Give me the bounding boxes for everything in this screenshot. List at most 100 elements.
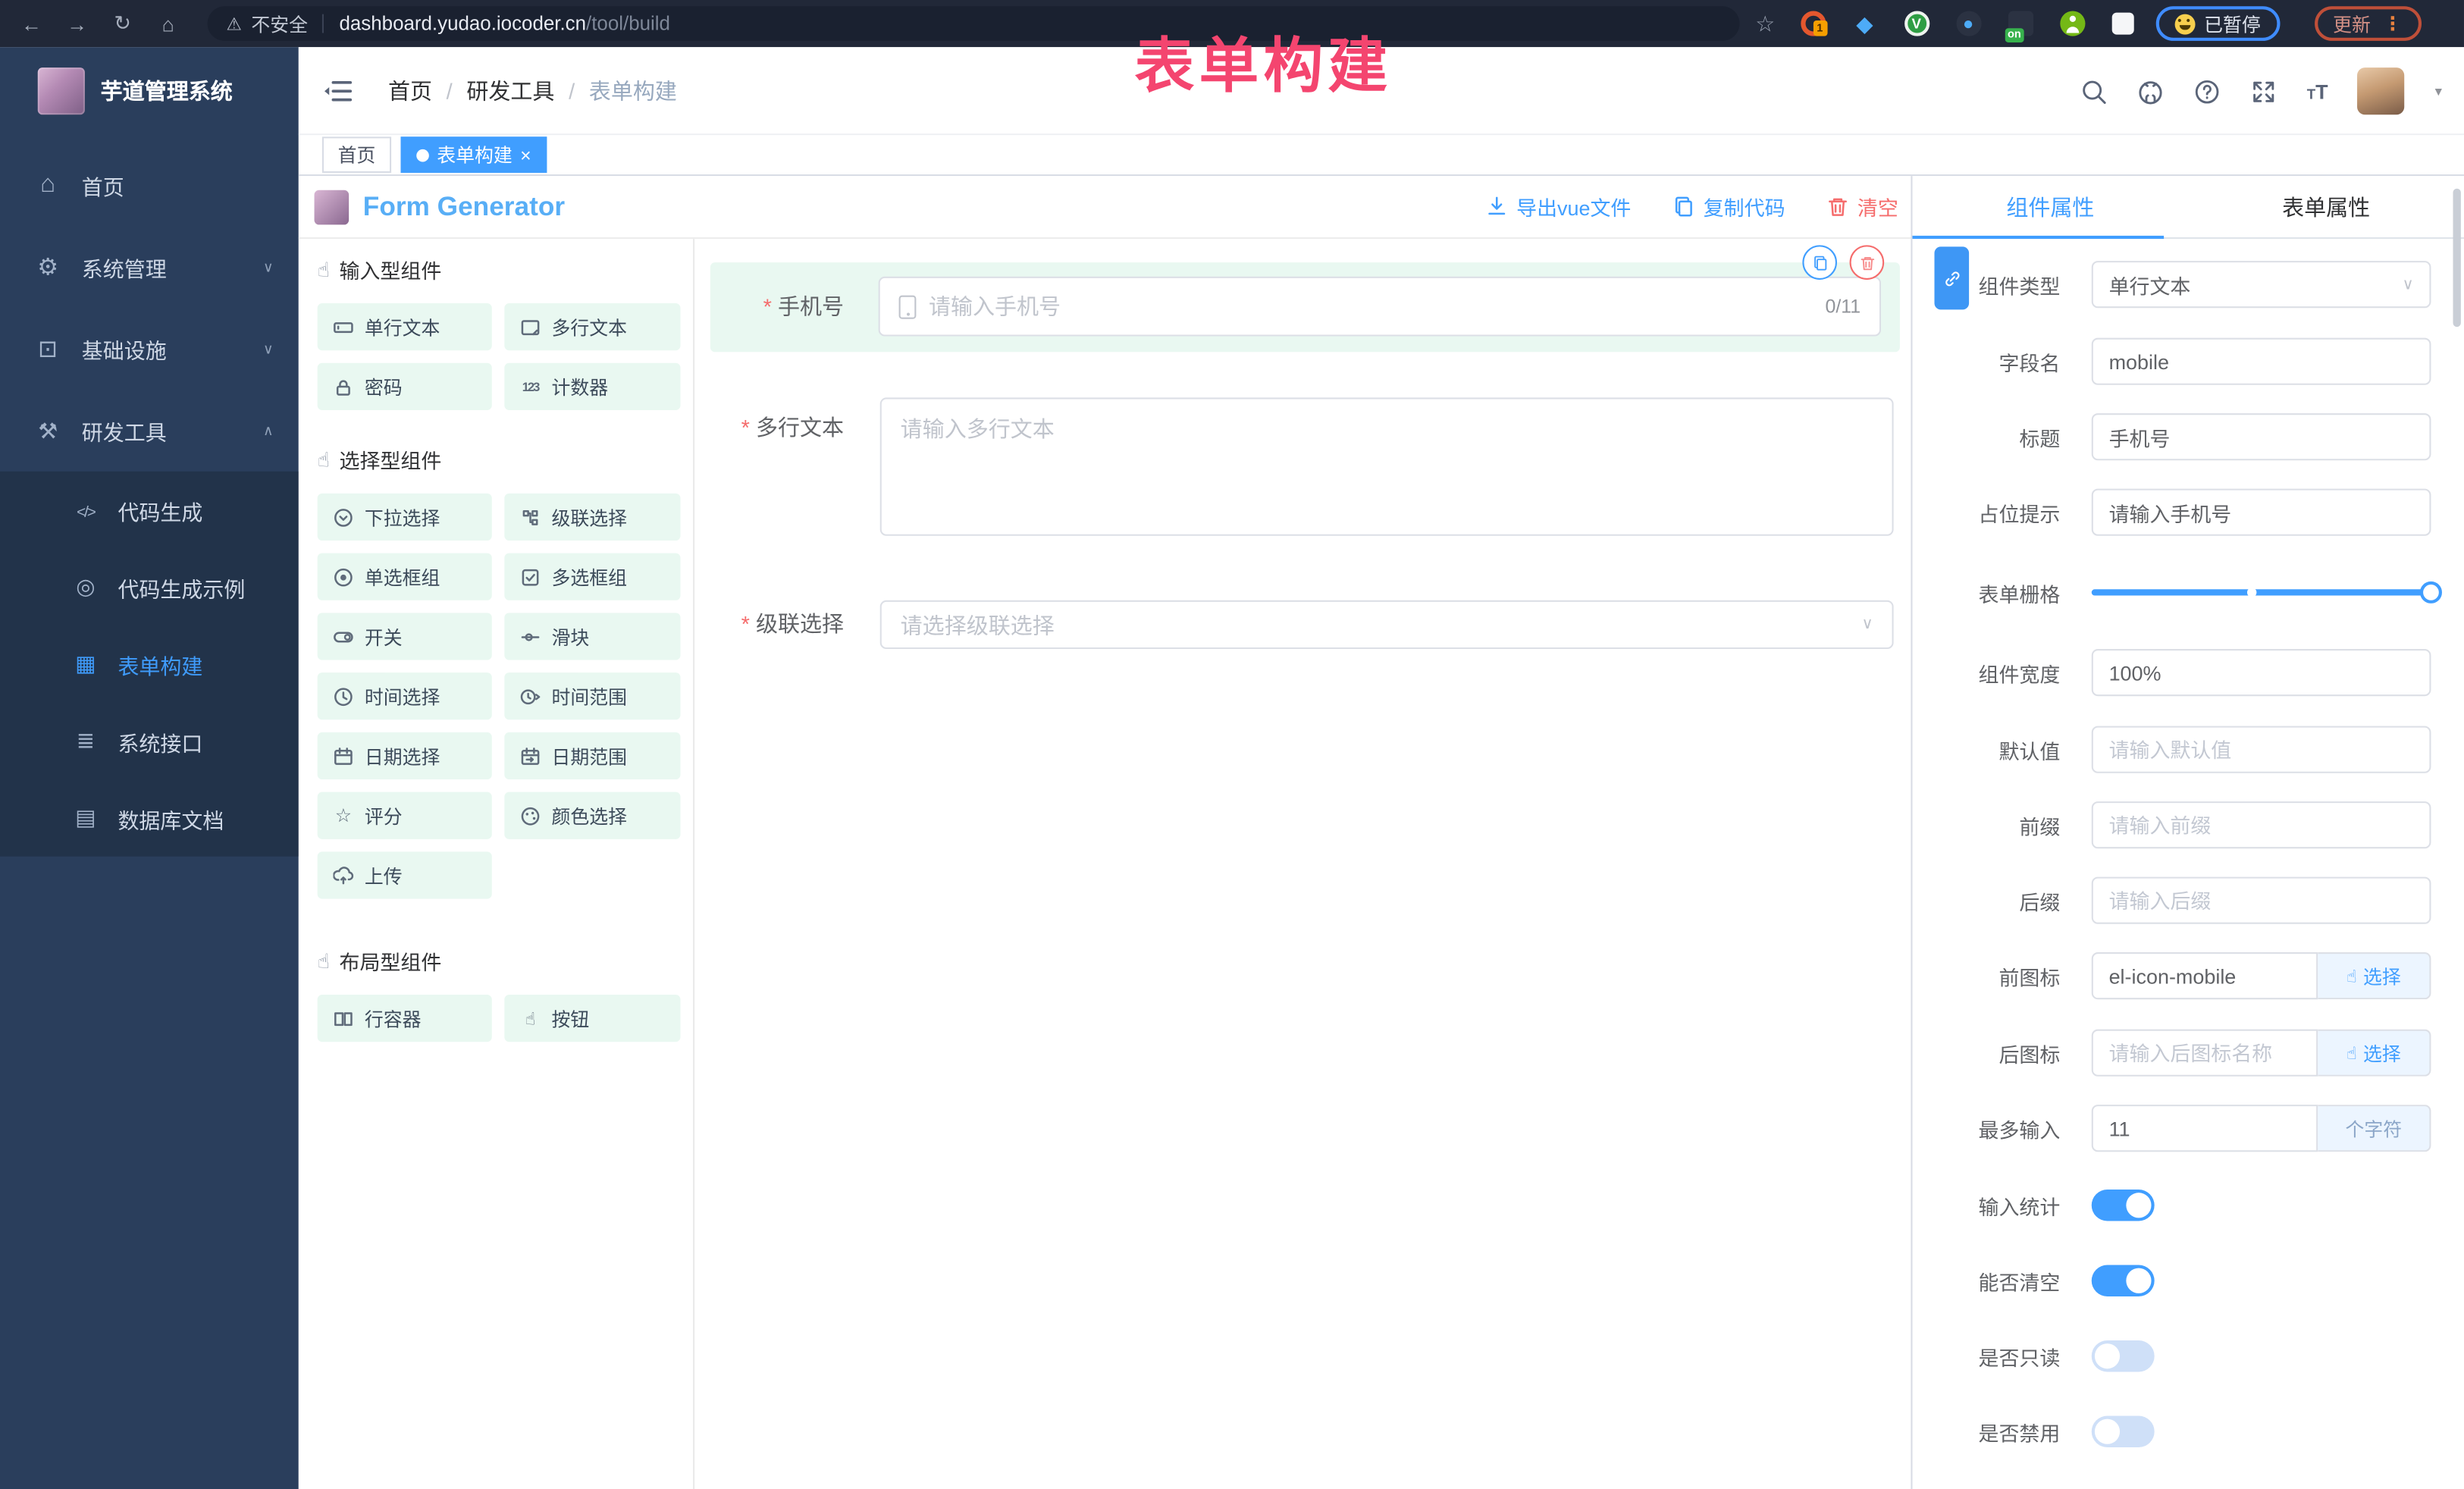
palette-item-label: 按钮 bbox=[552, 1005, 590, 1031]
fullscreen-icon[interactable] bbox=[2250, 78, 2277, 105]
mobile-input[interactable]: 0/11 bbox=[879, 277, 1881, 337]
palette-item-slider[interactable]: 滑块 bbox=[504, 613, 680, 660]
help-icon[interactable] bbox=[2194, 78, 2221, 105]
tag-form-builder[interactable]: 表单构建 bbox=[401, 136, 547, 173]
breadcrumb-devtools[interactable]: 研发工具 bbox=[466, 75, 554, 106]
chrome-update-button[interactable]: 更新 bbox=[2314, 6, 2421, 41]
mobile-input-field[interactable] bbox=[929, 294, 1813, 319]
sidebar-item-infra[interactable]: 基础设施 bbox=[0, 308, 299, 390]
extension-icon[interactable]: V bbox=[1904, 11, 1929, 36]
default-value-input[interactable] bbox=[2092, 726, 2431, 773]
prefix-input[interactable] bbox=[2092, 801, 2431, 848]
form-canvas[interactable]: 手机号 0/11 多行文本 级联选择 请选择级联选择 bbox=[694, 239, 1911, 1489]
field-name-input[interactable] bbox=[2092, 338, 2431, 385]
bookmark-star-icon[interactable]: ☆ bbox=[1755, 10, 1775, 36]
home-icon[interactable]: ⌂ bbox=[154, 12, 182, 36]
emoji-avatar-icon bbox=[2174, 14, 2195, 34]
disabled-toggle[interactable] bbox=[2092, 1416, 2155, 1447]
clear-button[interactable]: 清空 bbox=[1826, 192, 1898, 221]
browser-menu-icon[interactable] bbox=[2383, 13, 2402, 35]
sidebar-item-db-doc[interactable]: 数据库文档 bbox=[0, 779, 299, 857]
palette-item-date-picker[interactable]: 日期选择 bbox=[318, 732, 492, 779]
font-size-icon[interactable]: TT bbox=[2307, 80, 2328, 103]
tab-form-props[interactable]: 表单属性 bbox=[2188, 176, 2464, 237]
palette-item-time-picker[interactable]: 时间选择 bbox=[318, 672, 492, 719]
palette-item-single-text[interactable]: 单行文本 bbox=[318, 303, 492, 350]
tag-home[interactable]: 首页 bbox=[322, 136, 391, 173]
clearable-toggle[interactable] bbox=[2092, 1265, 2155, 1296]
breadcrumb-home[interactable]: 首页 bbox=[388, 75, 432, 106]
extension-icon[interactable]: 1 bbox=[1800, 11, 1825, 36]
sidebar-item-system-api[interactable]: 系统接口 bbox=[0, 702, 299, 779]
sidebar-collapse-icon[interactable] bbox=[322, 77, 353, 105]
choose-prefix-icon-button[interactable]: 选择 bbox=[2318, 952, 2431, 999]
extension-icon[interactable]: ◆ bbox=[1852, 11, 1877, 36]
field-copy-button[interactable] bbox=[1802, 245, 1837, 280]
suffix-icon-input[interactable] bbox=[2092, 1030, 2318, 1077]
palette-item-upload[interactable]: 上传 bbox=[318, 851, 492, 898]
section-title-label: 选择型组件 bbox=[340, 445, 442, 475]
user-avatar[interactable] bbox=[2358, 67, 2405, 114]
search-icon[interactable] bbox=[2080, 78, 2107, 105]
close-icon[interactable] bbox=[520, 146, 531, 165]
width-input[interactable] bbox=[2092, 649, 2431, 696]
canvas-field-mobile[interactable]: 手机号 0/11 bbox=[710, 262, 1900, 352]
palette-item-time-range[interactable]: 时间范围 bbox=[504, 672, 680, 719]
extension-icon[interactable]: on bbox=[2008, 11, 2033, 36]
app-logo[interactable]: 芋道管理系统 bbox=[0, 47, 299, 135]
tab-component-props[interactable]: 组件属性 bbox=[1912, 176, 2188, 237]
cascader-select[interactable]: 请选择级联选择 bbox=[880, 600, 1894, 649]
chevron-down-icon[interactable] bbox=[2435, 83, 2442, 100]
palette-item-select[interactable]: 下拉选择 bbox=[318, 494, 492, 541]
choose-suffix-icon-button[interactable]: 选择 bbox=[2318, 1030, 2431, 1077]
sidebar-item-home[interactable]: 首页 bbox=[0, 145, 299, 227]
forward-icon[interactable]: → bbox=[63, 12, 91, 36]
copy-code-button[interactable]: 复制代码 bbox=[1672, 192, 1785, 221]
field-label: 手机号 bbox=[710, 262, 863, 352]
textarea-field[interactable] bbox=[880, 397, 1894, 535]
sidebar-item-system[interactable]: 系统管理 bbox=[0, 226, 299, 308]
drawer-link-button[interactable] bbox=[1934, 246, 1969, 309]
palette-item-counter[interactable]: 计数器 bbox=[504, 363, 680, 410]
export-vue-button[interactable]: 导出vue文件 bbox=[1485, 192, 1632, 221]
palette-item-password[interactable]: 密码 bbox=[318, 363, 492, 410]
prefix-icon-input[interactable] bbox=[2092, 952, 2318, 999]
gear-icon bbox=[35, 253, 61, 281]
sidebar-item-codegen-demo[interactable]: 代码生成示例 bbox=[0, 548, 299, 625]
form-grid-icon bbox=[72, 650, 99, 677]
field-delete-button[interactable] bbox=[1850, 245, 1885, 280]
placeholder-input[interactable] bbox=[2092, 489, 2431, 536]
extension-icon[interactable] bbox=[1956, 11, 1981, 36]
component-type-select[interactable]: 单行文本 bbox=[2092, 261, 2431, 308]
back-icon[interactable]: ← bbox=[17, 12, 45, 36]
sidebar-item-devtools[interactable]: 研发工具 bbox=[0, 390, 299, 472]
sidebar-item-codegen[interactable]: 代码生成 bbox=[0, 472, 299, 549]
palette-item-textarea[interactable]: 多行文本 bbox=[504, 303, 680, 350]
suffix-input[interactable] bbox=[2092, 877, 2431, 924]
address-bar[interactable]: ⚠ 不安全 dashboard.yudao.iocoder.cn /tool/b… bbox=[208, 6, 1740, 41]
code-icon bbox=[72, 498, 99, 522]
palette-item-button[interactable]: 按钮 bbox=[504, 995, 680, 1042]
palette-item-color-picker[interactable]: 颜色选择 bbox=[504, 792, 680, 839]
github-icon[interactable] bbox=[2137, 78, 2164, 105]
sidebar-item-form-builder[interactable]: 表单构建 bbox=[0, 625, 299, 703]
reload-icon[interactable]: ↻ bbox=[108, 11, 136, 36]
max-length-input[interactable] bbox=[2092, 1105, 2318, 1152]
button-hand-icon bbox=[520, 1008, 541, 1029]
extensions-puzzle-icon[interactable] bbox=[2111, 13, 2133, 35]
grid-slider[interactable] bbox=[2092, 589, 2431, 595]
readonly-toggle[interactable] bbox=[2092, 1340, 2155, 1371]
title-input[interactable] bbox=[2092, 413, 2431, 460]
extension-icon[interactable] bbox=[2059, 11, 2084, 36]
palette-item-cascader[interactable]: 级联选择 bbox=[504, 494, 680, 541]
palette-item-row-container[interactable]: 行容器 bbox=[318, 995, 492, 1042]
input-stats-toggle[interactable] bbox=[2092, 1190, 2155, 1221]
palette-item-date-range[interactable]: 日期范围 bbox=[504, 732, 680, 779]
palette-item-rate[interactable]: 评分 bbox=[318, 792, 492, 839]
slider-handle[interactable] bbox=[2420, 581, 2442, 603]
palette-item-checkbox-group[interactable]: 多选框组 bbox=[504, 553, 680, 600]
palette-item-switch[interactable]: 开关 bbox=[318, 613, 492, 660]
palette-item-radio-group[interactable]: 单选框组 bbox=[318, 553, 492, 600]
not-secure-label[interactable]: 不安全 bbox=[251, 10, 308, 36]
profile-paused-chip[interactable]: 已暂停 bbox=[2155, 6, 2280, 41]
